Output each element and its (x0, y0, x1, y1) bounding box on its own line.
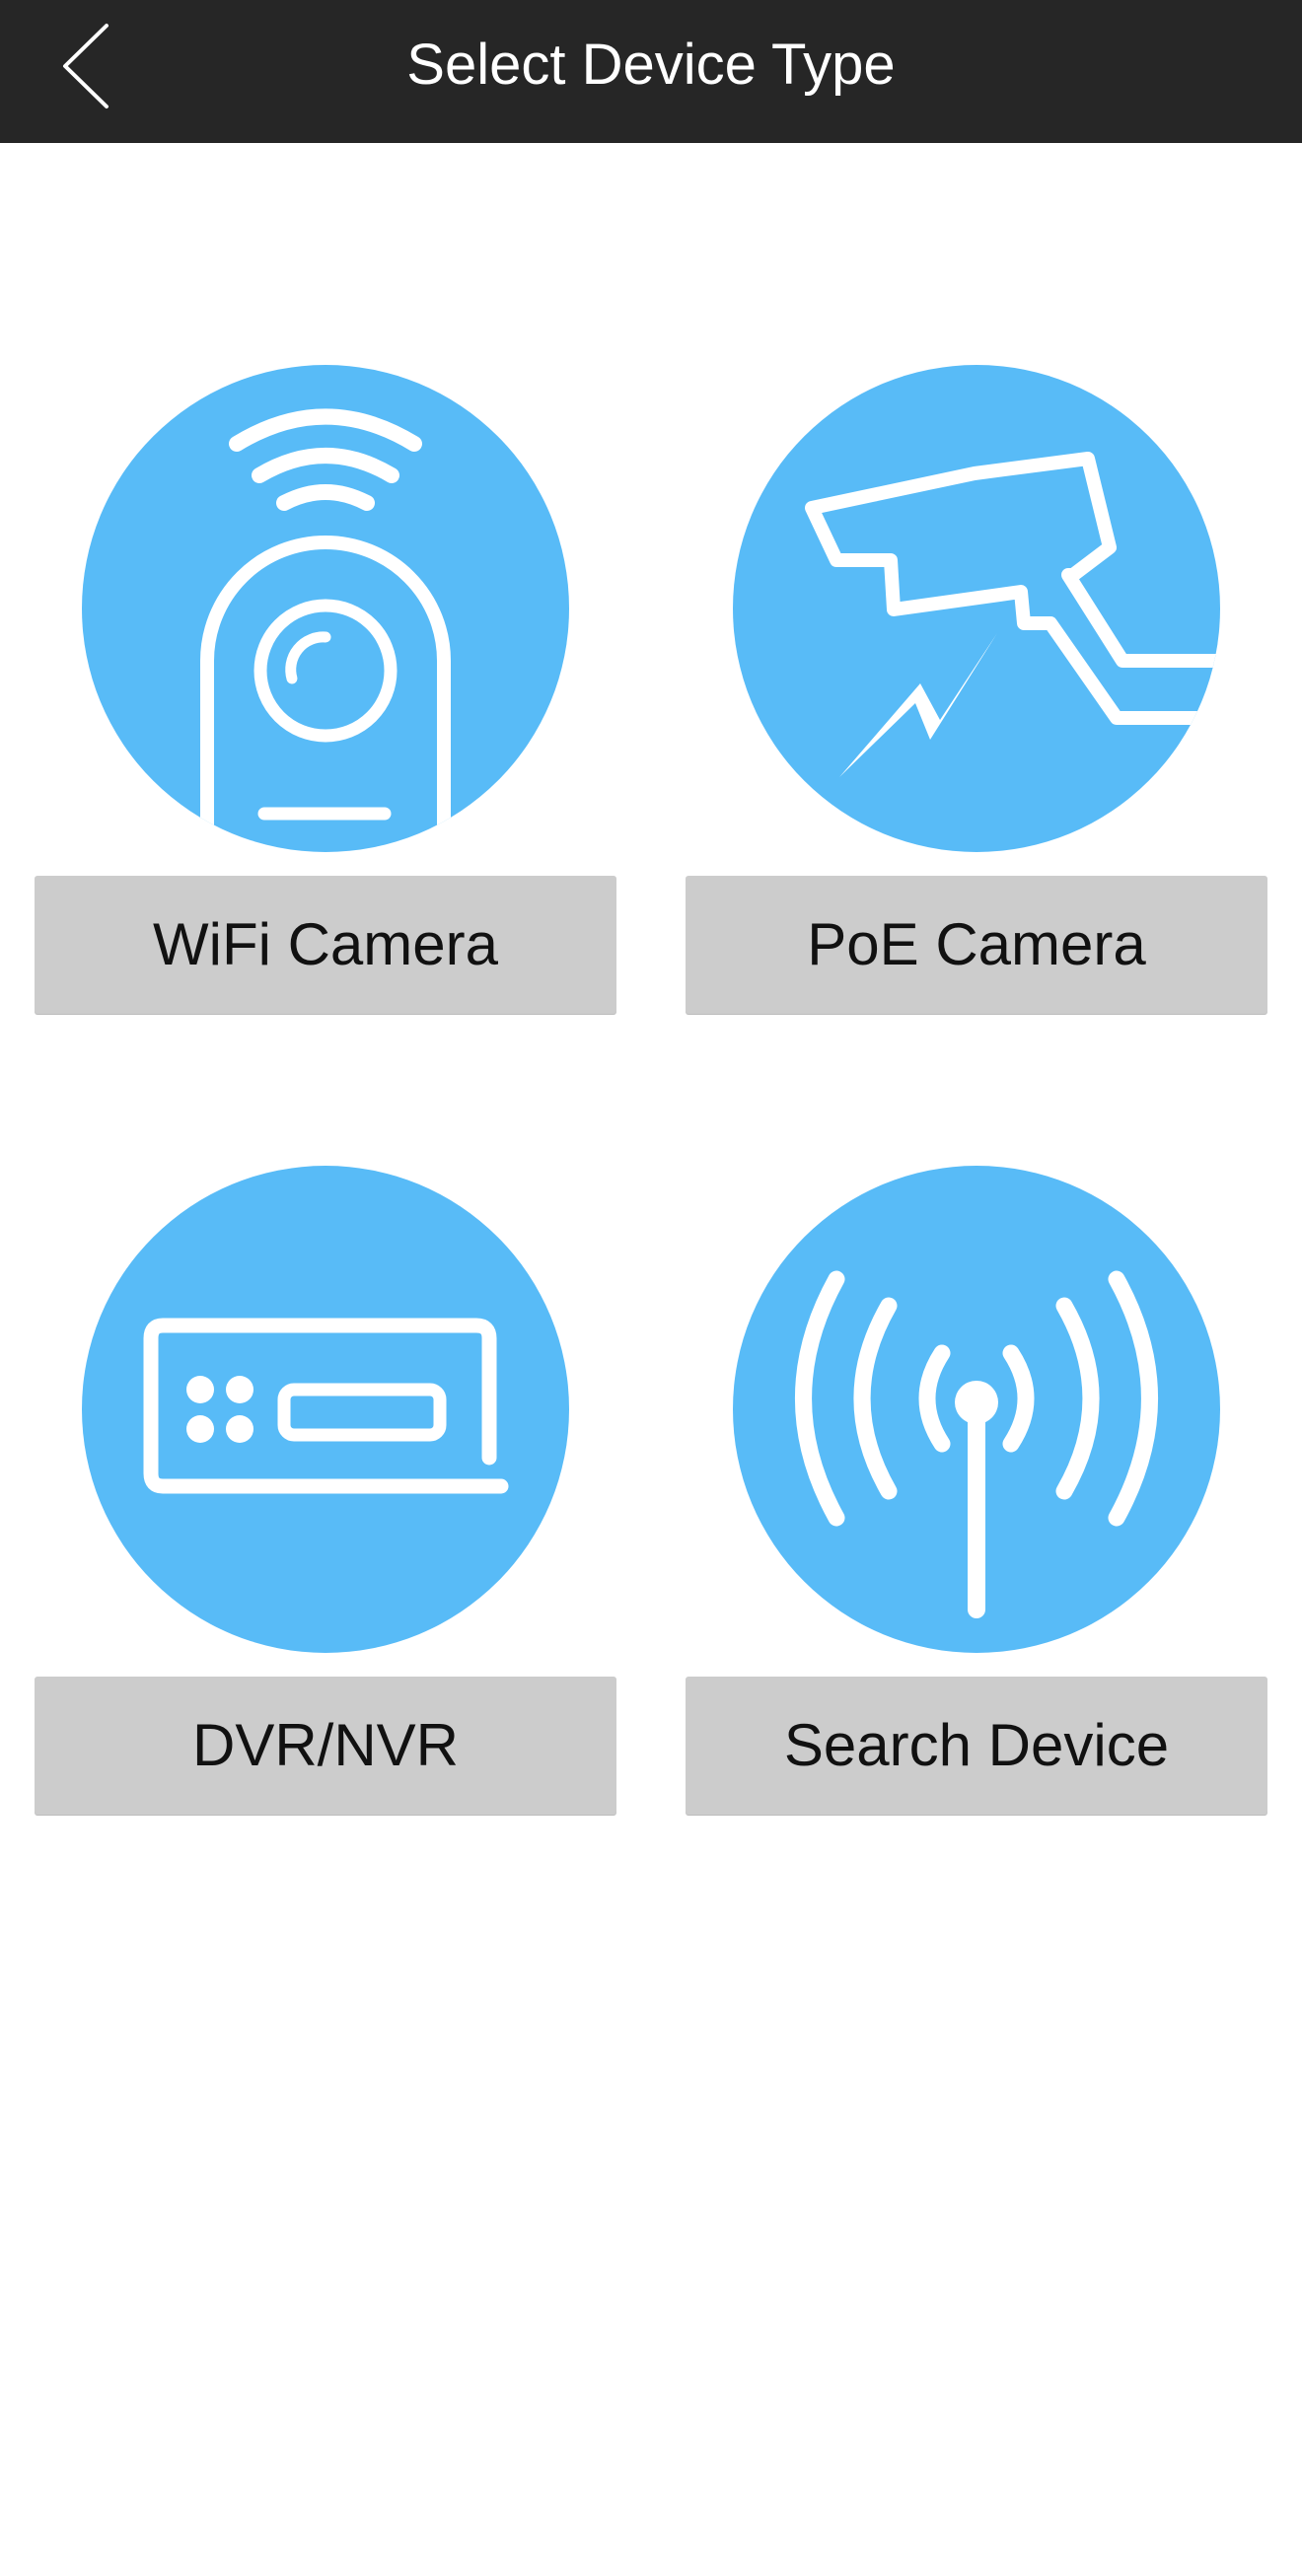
wifi-camera-icon[interactable] (82, 365, 569, 852)
dvr-nvr-icon[interactable] (82, 1166, 569, 1653)
search-device-button[interactable]: Search Device (686, 1677, 1267, 1815)
header-bar: Select Device Type (0, 0, 1302, 143)
app-screen: Select Device Type WiFi Camera PoE Camer… (0, 0, 1302, 2576)
poe-camera-icon[interactable] (733, 365, 1220, 852)
wifi-camera-button[interactable]: WiFi Camera (35, 876, 616, 1014)
tile-wifi-camera[interactable]: WiFi Camera (35, 365, 616, 1016)
page-title: Select Device Type (406, 33, 896, 97)
tile-dvr-nvr[interactable]: DVR/NVR (35, 1166, 616, 1817)
poe-camera-button[interactable]: PoE Camera (686, 876, 1267, 1014)
tile-poe-camera[interactable]: PoE Camera (686, 365, 1267, 1016)
dvr-nvr-button[interactable]: DVR/NVR (35, 1677, 616, 1815)
tile-search-device[interactable]: Search Device (686, 1166, 1267, 1817)
search-device-icon[interactable] (733, 1166, 1220, 1653)
